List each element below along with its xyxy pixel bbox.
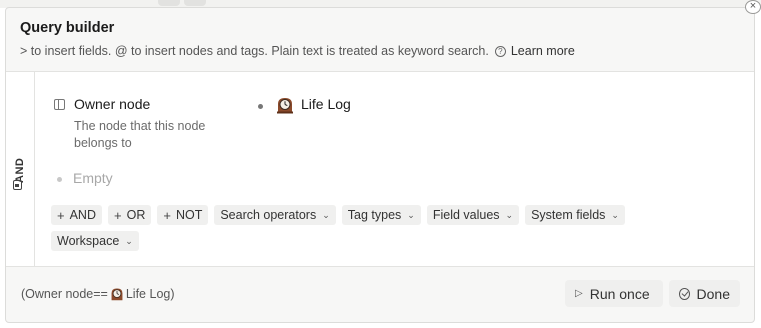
chevron-down-icon: ⌄: [322, 209, 330, 220]
query-builder-dialog: Query builder > to insert fields. @ to i…: [5, 7, 755, 323]
query-expression: (Owner node== Life Log): [21, 287, 175, 301]
system-fields-dropdown[interactable]: System fields ⌄: [525, 205, 625, 225]
expression-prefix: (Owner node==: [21, 287, 108, 301]
query-body: AND Owner node The node that this node b…: [6, 71, 754, 267]
add-not-button[interactable]: + NOT: [157, 205, 209, 225]
chip-label: AND: [69, 208, 96, 222]
chip-label: Tag types: [347, 208, 402, 222]
dialog-title: Query builder: [20, 20, 115, 36]
learn-more-link[interactable]: ? Learn more: [494, 44, 575, 58]
value-bullet: [258, 104, 263, 109]
learn-more-label: Learn more: [510, 44, 575, 58]
chip-label: OR: [126, 208, 146, 222]
sidebar-panel-icon: [54, 99, 65, 110]
search-operators-dropdown[interactable]: Search operators ⌄: [214, 205, 336, 225]
chip-label: Workspace: [57, 234, 120, 248]
chip-label: NOT: [175, 208, 203, 222]
query-toolbar: + AND + OR + NOT Search operators ⌄ Tag type…: [51, 205, 691, 251]
background-tab: [184, 0, 206, 6]
chip-label: Search operators: [220, 208, 317, 222]
chevron-down-icon: ⌄: [407, 209, 415, 220]
close-icon[interactable]: ×: [745, 0, 761, 14]
workspace-dropdown[interactable]: Workspace ⌄: [51, 231, 139, 251]
chip-label: Field values: [432, 208, 500, 222]
done-label: Done: [696, 285, 730, 302]
dialog-hint: > to insert fields. @ to insert nodes an…: [20, 44, 740, 58]
tag-types-dropdown[interactable]: Tag types ⌄: [341, 205, 421, 225]
hint-text: > to insert fields. @ to insert nodes an…: [20, 44, 489, 58]
dialog-header: Query builder > to insert fields. @ to i…: [20, 20, 740, 58]
condition-field-description: The node that this node belongs to: [74, 119, 206, 150]
background-tab: [158, 0, 180, 6]
add-or-button[interactable]: + OR: [108, 205, 152, 225]
chevron-down-icon: ⌄: [505, 209, 514, 220]
mantel-clock-icon: [111, 288, 123, 301]
chevron-down-icon: ⌄: [611, 209, 619, 220]
check-circle-icon: [679, 287, 690, 300]
help-circle-icon: ?: [494, 45, 506, 57]
group-toggle-icon[interactable]: [13, 180, 22, 190]
add-and-button[interactable]: + AND: [51, 205, 102, 225]
expression-value: Life Log): [125, 287, 175, 301]
play-icon: ▷: [575, 288, 583, 299]
field-values-dropdown[interactable]: Field values ⌄: [426, 205, 520, 225]
run-once-label: Run once: [589, 285, 650, 302]
plus-icon: +: [163, 207, 171, 223]
chevron-down-icon: ⌄: [125, 235, 133, 246]
mantel-clock-icon: [277, 98, 293, 114]
empty-condition-placeholder[interactable]: Empty: [73, 170, 113, 186]
plus-icon: +: [114, 207, 122, 223]
plus-icon: +: [57, 207, 65, 223]
group-operator-rail[interactable]: AND: [6, 72, 35, 267]
condition-value-node[interactable]: Life Log: [301, 96, 351, 112]
run-once-button[interactable]: ▷ Run once: [565, 280, 663, 307]
condition-field-name[interactable]: Owner node: [74, 96, 150, 112]
empty-bullet: [57, 177, 62, 182]
done-button[interactable]: Done: [669, 280, 740, 307]
chip-label: System fields: [531, 208, 606, 222]
